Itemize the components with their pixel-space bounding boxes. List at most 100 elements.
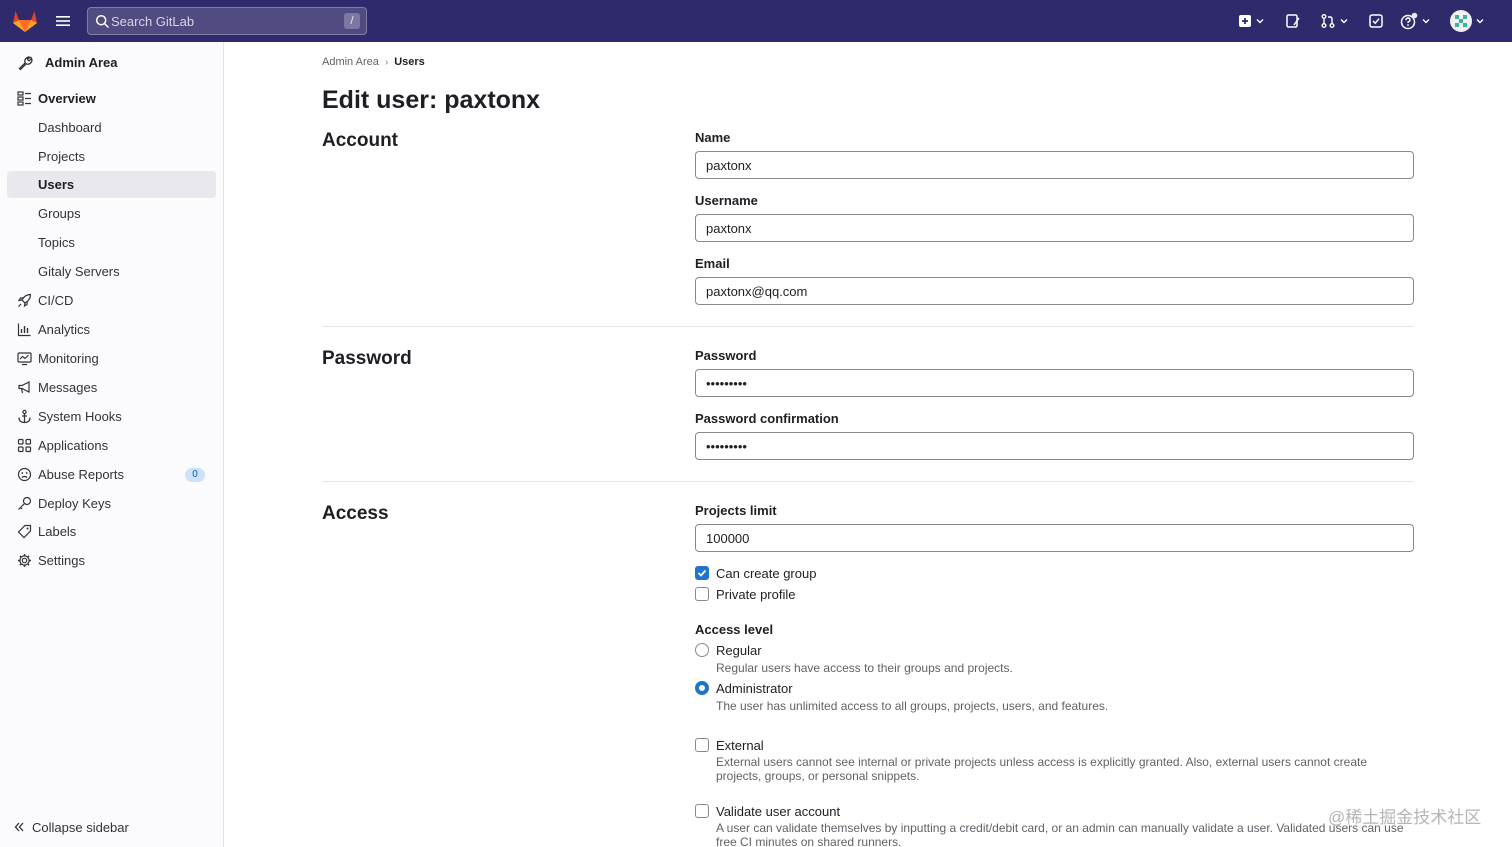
access-section-title: Access [322, 503, 389, 524]
abuse-icon [17, 467, 32, 482]
chevron-down-icon [1476, 19, 1484, 24]
external-label[interactable]: External [716, 738, 764, 753]
user-menu-dropdown[interactable] [1450, 10, 1486, 32]
account-section-title: Account [322, 130, 398, 151]
administrator-label[interactable]: Administrator [716, 681, 793, 696]
admin-wrench-icon [18, 56, 33, 71]
password-confirmation-field[interactable] [695, 432, 1414, 460]
abuse-reports-count-badge: 0 [185, 468, 205, 482]
private-profile-label[interactable]: Private profile [716, 587, 795, 602]
hamburger-menu-icon[interactable] [52, 10, 74, 32]
regular-radio[interactable] [695, 643, 709, 657]
help-dropdown[interactable] [1400, 10, 1432, 32]
administrator-radio[interactable] [695, 681, 709, 695]
sidebar-item-settings[interactable]: Settings [7, 547, 216, 574]
sidebar-item-label: Gitaly Servers [38, 264, 120, 279]
sidebar-item-messages[interactable]: Messages [7, 374, 216, 401]
external-checkbox[interactable] [695, 738, 709, 752]
gitlab-logo-icon[interactable] [12, 9, 38, 33]
sidebar-item-label: Overview [38, 91, 96, 106]
search-box[interactable]: / [87, 7, 367, 35]
can-create-group-checkbox[interactable] [695, 566, 709, 580]
merge-request-icon [1321, 14, 1335, 28]
name-field[interactable] [695, 151, 1414, 179]
projects-limit-field[interactable] [695, 524, 1414, 552]
sidebar-item-gitaly-servers[interactable]: Gitaly Servers [7, 258, 216, 285]
sidebar-item-label: Topics [38, 235, 75, 250]
watermark: @稀土掘金技术社区 [1328, 808, 1482, 827]
chart-icon [17, 323, 31, 337]
email-field[interactable] [695, 277, 1414, 305]
sidebar-item-cicd[interactable]: CI/CD [7, 287, 216, 314]
sidebar-item-dashboard[interactable]: Dashboard [7, 114, 216, 141]
sidebar-item-label: Projects [38, 149, 85, 164]
breadcrumb-admin-area[interactable]: Admin Area [322, 56, 379, 68]
settings-icon [18, 554, 31, 567]
name-label: Name [695, 130, 731, 145]
label-icon [17, 524, 32, 539]
section-divider [322, 326, 1414, 327]
sidebar-item-deploy-keys[interactable]: Deploy Keys [7, 490, 216, 517]
username-field[interactable] [695, 214, 1414, 242]
issues-button[interactable] [1285, 10, 1301, 32]
todos-button[interactable] [1368, 10, 1384, 32]
bullhorn-icon [18, 381, 30, 394]
access-level-label: Access level [695, 622, 774, 637]
validate-user-account-checkbox[interactable] [695, 804, 709, 818]
sidebar-item-labels[interactable]: Labels [7, 518, 216, 545]
chevron-down-icon [1256, 19, 1264, 24]
administrator-help-text: The user has unlimited access to all gro… [716, 699, 1109, 713]
breadcrumb-users[interactable]: Users [394, 56, 425, 68]
chevron-down-icon [1340, 19, 1348, 24]
private-profile-checkbox[interactable] [695, 587, 709, 601]
sidebar-item-monitoring[interactable]: Monitoring [7, 345, 216, 372]
sidebar-item-label: Monitoring [38, 351, 99, 366]
password-section-title: Password [322, 348, 412, 369]
key-icon [18, 496, 32, 510]
checkmark-icon [697, 569, 707, 577]
can-create-group-label[interactable]: Can create group [716, 566, 816, 581]
page-title: Edit user: paxtonx [322, 86, 541, 114]
collapse-sidebar-label: Collapse sidebar [32, 819, 129, 835]
plus-square-icon [1239, 15, 1251, 27]
regular-label[interactable]: Regular [716, 643, 762, 658]
sidebar-item-label: Groups [38, 206, 81, 221]
sidebar-item-users[interactable]: Users [7, 171, 216, 198]
sidebar-item-overview[interactable]: Overview [7, 85, 216, 112]
sidebar-item-label: Abuse Reports [38, 467, 124, 482]
external-help-text: External users cannot see internal or pr… [716, 755, 1367, 783]
validate-user-account-label[interactable]: Validate user account [716, 804, 840, 819]
sidebar-item-abuse-reports[interactable]: Abuse Reports 0 [7, 461, 216, 488]
sidebar-context-title: Admin Area [45, 55, 118, 70]
sidebar-item-system-hooks[interactable]: System Hooks [7, 403, 216, 430]
todo-icon [1369, 14, 1383, 28]
password-confirmation-label: Password confirmation [695, 411, 839, 426]
sidebar-item-topics[interactable]: Topics [7, 229, 216, 256]
sidebar-context-header[interactable]: Admin Area [0, 42, 223, 82]
sidebar-item-label: Analytics [38, 322, 91, 337]
avatar [1450, 10, 1472, 32]
help-icon [1400, 12, 1418, 30]
issues-icon [1286, 14, 1300, 28]
sidebar-item-applications[interactable]: Applications [7, 432, 216, 459]
username-label: Username [695, 193, 758, 208]
monitor-icon [17, 352, 32, 366]
applications-icon [17, 438, 32, 453]
rocket-icon [17, 293, 32, 308]
password-field[interactable] [695, 369, 1414, 397]
collapse-sidebar-button[interactable]: Collapse sidebar [14, 818, 129, 836]
overview-icon [17, 91, 31, 106]
search-input[interactable] [111, 8, 331, 34]
merge-requests-dropdown[interactable] [1320, 10, 1350, 32]
top-bar: / [0, 0, 1512, 42]
sidebar-item-analytics[interactable]: Analytics [7, 316, 216, 343]
sidebar-item-label: System Hooks [38, 409, 122, 424]
sidebar-item-label: Settings [38, 553, 85, 568]
sidebar-item-projects[interactable]: Projects [7, 143, 216, 170]
create-new-dropdown[interactable] [1238, 10, 1266, 32]
anchor-icon [18, 409, 31, 424]
regular-help-text: Regular users have access to their group… [716, 661, 1013, 675]
sidebar-item-groups[interactable]: Groups [7, 200, 216, 227]
projects-limit-label: Projects limit [695, 503, 777, 518]
breadcrumb: Admin Area › Users [322, 56, 425, 68]
